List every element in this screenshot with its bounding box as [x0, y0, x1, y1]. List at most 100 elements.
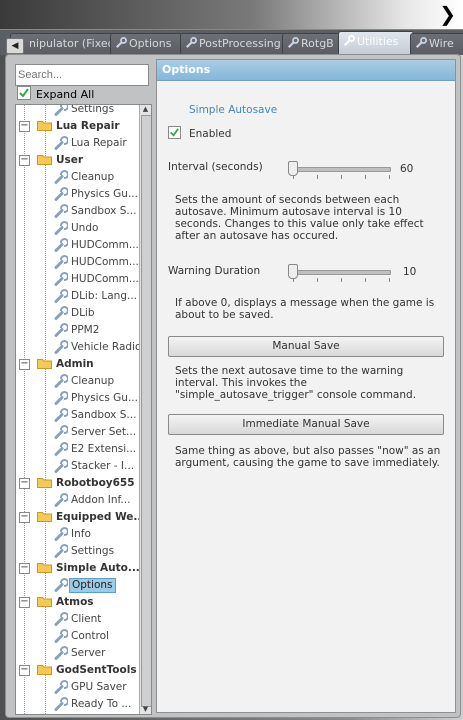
collapse-toggle-icon[interactable]: − [19, 665, 30, 676]
tree-item[interactable]: DLib [16, 305, 139, 322]
tool-tree: Ready To ... GPU Saver − GodSentTools Server… [15, 104, 152, 715]
tree-folder-label: Admin [56, 358, 94, 370]
tree-item[interactable]: Server [16, 645, 139, 662]
tree-item[interactable]: Settings [16, 105, 139, 118]
tree-item-label: Settings [71, 545, 115, 557]
scrollbar-thumb[interactable] [141, 115, 151, 707]
tree-folder[interactable]: − Admin [16, 356, 139, 373]
tree-item[interactable]: Sandbox S... [16, 407, 139, 424]
collapse-toggle-icon[interactable]: − [19, 121, 30, 132]
warning-duration-value[interactable]: 10 [403, 266, 416, 278]
immediate-manual-save-button[interactable]: Immediate Manual Save [168, 414, 444, 435]
tree-folder-label: Atmos [56, 596, 94, 608]
tab-wire[interactable]: Wire [410, 33, 463, 54]
tree-folder-label: Equipped We... [56, 511, 146, 523]
tree-item-label: Undo [71, 222, 99, 234]
tree-item[interactable]: Addon Inf... [16, 492, 139, 509]
tab-utilities[interactable]: Utilities [338, 31, 414, 55]
top-bar: ❯ [0, 0, 463, 29]
tab-options[interactable]: Options [110, 33, 182, 54]
tree-item[interactable]: Settings [16, 543, 139, 560]
tree-item[interactable]: Client [16, 611, 139, 628]
tree-folder[interactable]: − GodSentTools [16, 662, 139, 679]
tree-folder[interactable]: − User [16, 152, 139, 169]
slider-thumb[interactable] [288, 264, 298, 279]
scroll-up-arrow-icon[interactable]: ▲ [141, 105, 150, 114]
slider-track [289, 167, 391, 172]
tab-rotgb[interactable]: RotgB [282, 33, 342, 54]
wrench-icon [415, 37, 427, 49]
search-input[interactable] [15, 64, 149, 86]
tree-folder-label: User [56, 154, 84, 166]
tab-postprocessing[interactable]: PostProcessing [180, 33, 286, 54]
tab-label: PostProcessing [199, 37, 281, 50]
tree-folder[interactable]: − Atmos [16, 594, 139, 611]
tree-item[interactable]: Ready To ... [16, 696, 139, 713]
collapse-toggle-icon[interactable]: − [19, 155, 30, 166]
collapse-toggle-icon[interactable]: − [19, 597, 30, 608]
tree-folder[interactable]: − Simple Auto... [16, 560, 140, 577]
collapse-toggle-icon[interactable]: − [19, 478, 30, 489]
expand-all-checkbox[interactable]: Expand All [17, 86, 94, 102]
tree-item[interactable]: Stacker - I... [16, 458, 139, 475]
tree-item[interactable]: DLib: Lang... [16, 288, 139, 305]
tree-item-label: GPU Saver [71, 681, 127, 693]
warning-description: If above 0, displays a message when the … [175, 297, 435, 321]
tree-item-label: Server Set... [71, 426, 137, 438]
tree-folder[interactable]: − Robotboy655 [16, 475, 139, 492]
interval-label: Interval (seconds) [168, 161, 263, 173]
tree-item[interactable]: Sandbox S... [16, 203, 139, 220]
tree-item[interactable]: Physics Gu... [16, 390, 139, 407]
tree-item[interactable]: Physics Gu... [16, 186, 139, 203]
manual-save-description: Sets the next autosave time to the warni… [175, 365, 417, 401]
collapse-toggle-icon[interactable]: − [19, 512, 30, 523]
tree-item[interactable]: GPU Saver [16, 679, 139, 696]
tree-item-label: E2 Extensi... [71, 443, 137, 455]
tree-folder[interactable]: − Equipped We... [16, 509, 145, 526]
tab-label: Wire [429, 37, 454, 50]
tree-item[interactable]: Undo [16, 220, 139, 237]
tab-label: RotgB [301, 37, 334, 50]
enabled-label: Enabled [189, 128, 232, 140]
tree-item-label: Lua Repair [71, 137, 127, 149]
interval-description: Sets the amount of seconds between each … [175, 194, 424, 242]
collapse-toggle-icon[interactable]: − [19, 563, 30, 574]
tree-item[interactable]: Options [16, 577, 139, 594]
tree-item-label: HUDComm... [71, 239, 139, 251]
tree-item-label: Server [71, 647, 106, 659]
scroll-down-arrow-icon[interactable]: ▼ [141, 705, 150, 714]
tree-item[interactable]: Server Set... [16, 424, 139, 441]
tree-item[interactable]: Vehicle Radio [16, 339, 141, 356]
slider-thumb[interactable] [288, 161, 298, 176]
tree-scrollbar[interactable]: ▲ ▼ [139, 105, 151, 714]
tree-item[interactable]: Info [16, 526, 139, 543]
tree-item[interactable]: HUDComm... [16, 237, 139, 254]
tree-item[interactable]: HUDComm... [16, 271, 139, 288]
tree-item[interactable]: E2 Extensi... [16, 441, 139, 458]
tree-item[interactable]: Control [16, 628, 139, 645]
tree-item[interactable]: Lua Repair [16, 135, 139, 152]
manual-save-button[interactable]: Manual Save [168, 336, 444, 357]
tree-item[interactable]: HUDComm... [16, 254, 139, 271]
tree-item[interactable]: PPM2 [16, 322, 139, 339]
options-pane: Options Simple Autosave Enabled Interval… [156, 59, 456, 713]
collapse-toggle-icon[interactable]: − [19, 359, 30, 370]
tab-label: Utilities [357, 35, 399, 48]
tree-item-label-selected: Options [69, 578, 116, 593]
wrench-icon [287, 37, 299, 49]
tree-item-label: Cleanup [71, 375, 115, 387]
tree-item-label: Stacker - I... [71, 460, 135, 472]
tree-item-label: PPM2 [71, 324, 100, 336]
tree-item[interactable]: Cleanup [16, 373, 139, 390]
chevron-right-icon[interactable]: ❯ [439, 3, 456, 25]
wrench-icon [185, 37, 197, 49]
tree-folder[interactable]: − Lua Repair [16, 118, 139, 135]
enabled-checkbox[interactable]: Enabled [168, 126, 231, 140]
slider-track [289, 270, 391, 275]
tree-folder-label: Simple Auto... [56, 562, 140, 574]
interval-value[interactable]: 60 [400, 163, 413, 175]
wrench-icon [115, 37, 127, 49]
tree-item[interactable]: Cleanup [16, 169, 139, 186]
tab-scroll-left-button[interactable]: ◀ [6, 38, 24, 54]
tab-label: nipulator (Fixed) [29, 37, 119, 50]
